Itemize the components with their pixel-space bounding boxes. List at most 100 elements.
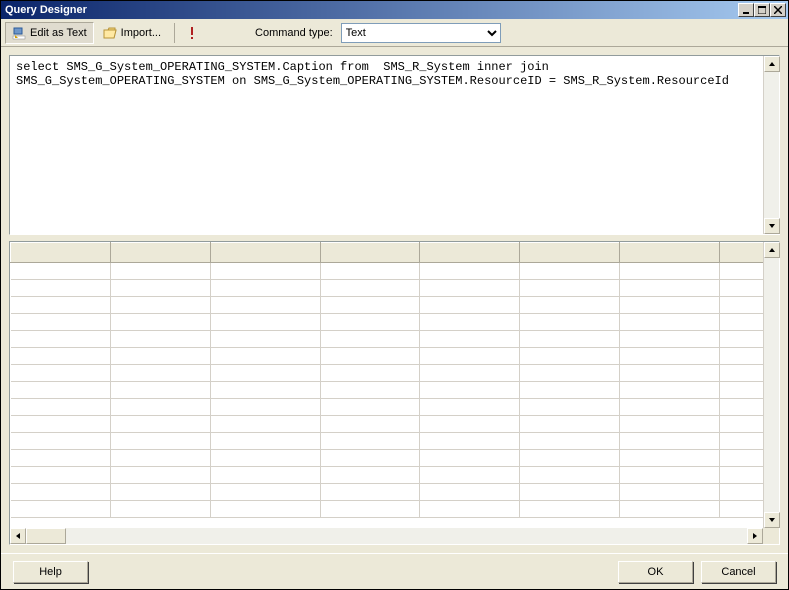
- table-cell[interactable]: [320, 399, 420, 416]
- column-header[interactable]: [520, 243, 620, 263]
- table-cell[interactable]: [620, 416, 720, 433]
- table-cell[interactable]: [11, 331, 111, 348]
- table-cell[interactable]: [320, 314, 420, 331]
- table-cell[interactable]: [420, 331, 520, 348]
- table-cell[interactable]: [720, 348, 763, 365]
- table-cell[interactable]: [520, 501, 620, 518]
- table-cell[interactable]: [720, 263, 763, 280]
- table-cell[interactable]: [420, 416, 520, 433]
- table-cell[interactable]: [420, 314, 520, 331]
- table-cell[interactable]: [110, 484, 210, 501]
- scroll-right-button[interactable]: [747, 528, 763, 544]
- table-cell[interactable]: [620, 382, 720, 399]
- table-cell[interactable]: [110, 433, 210, 450]
- scroll-down-button[interactable]: [764, 512, 780, 528]
- table-row[interactable]: [11, 348, 764, 365]
- table-row[interactable]: [11, 399, 764, 416]
- table-cell[interactable]: [620, 297, 720, 314]
- table-cell[interactable]: [210, 433, 320, 450]
- table-cell[interactable]: [420, 467, 520, 484]
- command-type-select[interactable]: Text: [341, 23, 501, 43]
- table-row[interactable]: [11, 382, 764, 399]
- table-cell[interactable]: [420, 365, 520, 382]
- table-row[interactable]: [11, 450, 764, 467]
- table-cell[interactable]: [520, 484, 620, 501]
- table-cell[interactable]: [210, 416, 320, 433]
- table-cell[interactable]: [520, 314, 620, 331]
- column-header[interactable]: [620, 243, 720, 263]
- table-cell[interactable]: [110, 365, 210, 382]
- table-cell[interactable]: [110, 297, 210, 314]
- table-row[interactable]: [11, 280, 764, 297]
- table-row[interactable]: [11, 501, 764, 518]
- table-cell[interactable]: [210, 280, 320, 297]
- ok-button[interactable]: OK: [618, 561, 693, 583]
- table-cell[interactable]: [110, 399, 210, 416]
- table-cell[interactable]: [520, 263, 620, 280]
- table-row[interactable]: [11, 314, 764, 331]
- maximize-button[interactable]: [754, 3, 770, 17]
- table-row[interactable]: [11, 467, 764, 484]
- table-cell[interactable]: [110, 450, 210, 467]
- table-cell[interactable]: [520, 382, 620, 399]
- column-header[interactable]: [420, 243, 520, 263]
- table-cell[interactable]: [210, 314, 320, 331]
- table-cell[interactable]: [210, 484, 320, 501]
- results-vscrollbar[interactable]: [763, 242, 779, 528]
- table-cell[interactable]: [320, 484, 420, 501]
- table-cell[interactable]: [720, 314, 763, 331]
- minimize-button[interactable]: [738, 3, 754, 17]
- table-cell[interactable]: [620, 348, 720, 365]
- table-cell[interactable]: [620, 314, 720, 331]
- table-cell[interactable]: [420, 450, 520, 467]
- table-cell[interactable]: [720, 416, 763, 433]
- table-cell[interactable]: [620, 450, 720, 467]
- table-cell[interactable]: [620, 331, 720, 348]
- table-cell[interactable]: [11, 348, 111, 365]
- query-vscrollbar[interactable]: [763, 56, 779, 234]
- table-cell[interactable]: [11, 314, 111, 331]
- table-cell[interactable]: [110, 314, 210, 331]
- table-row[interactable]: [11, 433, 764, 450]
- table-cell[interactable]: [320, 365, 420, 382]
- table-cell[interactable]: [720, 467, 763, 484]
- table-cell[interactable]: [720, 297, 763, 314]
- table-cell[interactable]: [320, 297, 420, 314]
- table-cell[interactable]: [720, 501, 763, 518]
- table-cell[interactable]: [210, 365, 320, 382]
- import-button[interactable]: Import...: [96, 22, 168, 44]
- table-cell[interactable]: [110, 501, 210, 518]
- table-cell[interactable]: [210, 399, 320, 416]
- table-cell[interactable]: [620, 501, 720, 518]
- table-cell[interactable]: [110, 467, 210, 484]
- table-cell[interactable]: [320, 263, 420, 280]
- close-button[interactable]: [770, 3, 786, 17]
- table-cell[interactable]: [420, 433, 520, 450]
- scroll-up-button[interactable]: [764, 56, 780, 72]
- table-cell[interactable]: [320, 467, 420, 484]
- table-cell[interactable]: [420, 399, 520, 416]
- table-cell[interactable]: [420, 297, 520, 314]
- table-cell[interactable]: [320, 433, 420, 450]
- table-cell[interactable]: [11, 382, 111, 399]
- table-cell[interactable]: [520, 297, 620, 314]
- table-cell[interactable]: [320, 331, 420, 348]
- table-cell[interactable]: [720, 433, 763, 450]
- table-cell[interactable]: [420, 348, 520, 365]
- table-cell[interactable]: [520, 433, 620, 450]
- table-cell[interactable]: [320, 416, 420, 433]
- table-cell[interactable]: [11, 416, 111, 433]
- table-cell[interactable]: [520, 348, 620, 365]
- table-cell[interactable]: [110, 348, 210, 365]
- table-cell[interactable]: [210, 331, 320, 348]
- column-header[interactable]: [720, 243, 763, 263]
- column-header[interactable]: [210, 243, 320, 263]
- table-cell[interactable]: [620, 484, 720, 501]
- execute-button[interactable]: [181, 22, 203, 44]
- table-cell[interactable]: [11, 280, 111, 297]
- table-row[interactable]: [11, 365, 764, 382]
- table-cell[interactable]: [620, 263, 720, 280]
- table-cell[interactable]: [210, 263, 320, 280]
- table-row[interactable]: [11, 331, 764, 348]
- table-cell[interactable]: [11, 501, 111, 518]
